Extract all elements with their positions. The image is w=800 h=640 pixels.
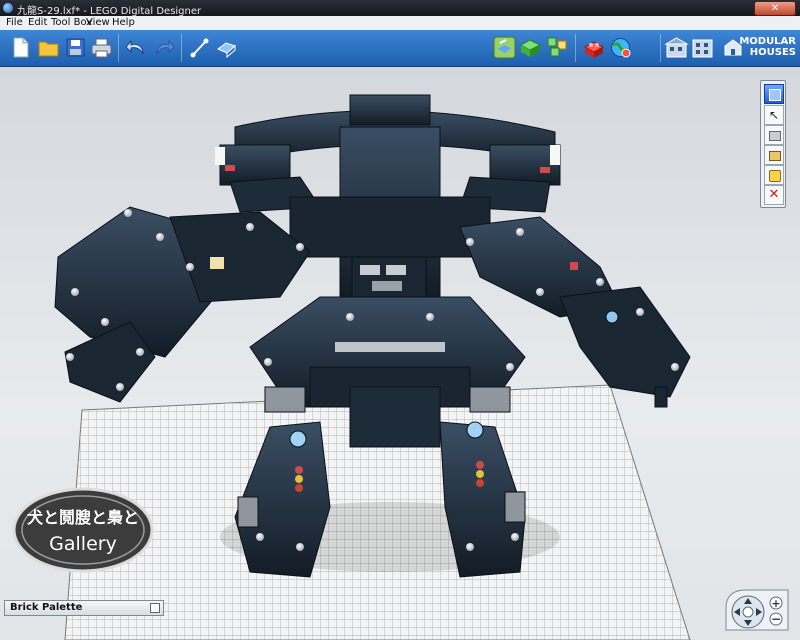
watermark-line-1: 犬と鬩膄と梟と [27,508,139,527]
tool-strip: ↖ ✕ [760,80,786,208]
hinge-side-icon [769,151,781,161]
toolbar-separator [575,34,576,62]
model-canvas[interactable]: 犬と鬩膄と梟と Gallery [0,67,800,640]
theme-button-1[interactable] [664,35,689,60]
theme-button-2[interactable] [690,35,713,60]
printer-icon [91,38,112,58]
zoom-out-icon: − [771,612,781,626]
gallery-watermark: 犬と鬩膄と梟と Gallery [12,487,154,573]
redo-arrow-icon [156,39,175,55]
brand-line-2: HOUSES [749,47,796,58]
delete-tool-button[interactable]: ✕ [764,185,784,205]
flex-tool-button[interactable] [214,35,239,60]
new-file-icon [13,37,29,58]
menu-edit[interactable]: Edit [28,17,47,28]
undo-button[interactable] [124,35,149,60]
flex-icon [217,42,236,59]
hinge-tool-button[interactable] [188,35,213,60]
select-tool-button[interactable]: ↖ [764,105,784,125]
close-icon: ✕ [770,3,780,14]
build-mode-button[interactable] [492,35,517,60]
view-mode-button[interactable] [518,35,543,60]
open-button[interactable] [36,35,61,60]
paint-bucket-icon [769,170,781,182]
delete-x-icon: ✕ [768,187,780,202]
toolbar-separator [181,34,182,62]
cube-icon [769,89,781,101]
hinge-tool-button-side[interactable] [764,145,784,165]
toolbar-separator [118,34,119,62]
build-mode-icon [493,36,516,59]
brick-box-icon [583,41,605,58]
brick-palette-label: Brick Palette [10,602,83,613]
building-icon [692,39,713,58]
main-toolbar: MODULAR HOUSES [0,30,800,67]
undo-arrow-icon [125,39,144,55]
robot-torso [289,126,491,298]
zoom-in-icon: + [771,597,780,610]
title-bar: 九龍S-29.lxf* - LEGO Digital Designer ✕ [0,0,800,17]
lego-app-icon [3,3,13,13]
print-button[interactable] [89,35,114,60]
toolbar-separator [660,34,661,62]
menu-bar: File Edit Tool Box View Help [0,16,800,31]
watermark-line-2: Gallery [49,533,117,555]
guide-mode-button[interactable] [545,35,570,60]
view-mode-icon [519,39,542,57]
folder-icon [38,41,59,57]
window-title: 九龍S-29.lxf* - LEGO Digital Designer [17,6,202,17]
camera-tool-button[interactable] [764,84,784,104]
menu-file[interactable]: File [6,17,23,28]
menu-view[interactable]: View [86,17,110,28]
globe-icon [611,38,631,58]
cursor-icon: ↖ [768,108,780,122]
redo-button[interactable] [151,35,176,60]
hinge-icon [190,38,209,58]
brick-box-button[interactable] [582,35,607,60]
new-file-button[interactable] [8,35,33,60]
modular-houses-logo[interactable]: MODULAR HOUSES [724,33,796,63]
menu-help[interactable]: Help [112,17,135,28]
disk-icon [66,38,85,57]
save-button[interactable] [63,35,88,60]
clone-icon [769,131,781,141]
palette-toggle-icon[interactable] [150,603,160,613]
close-button[interactable]: ✕ [754,1,796,16]
camera-navigation-control[interactable]: + − [724,588,790,632]
brand-line-1: MODULAR [739,36,796,47]
upload-button[interactable] [608,35,633,60]
house-icon [664,37,689,58]
brick-palette-panel[interactable]: Brick Palette [4,600,164,616]
clone-tool-button[interactable] [764,125,784,145]
building-guide-icon [547,37,567,57]
paint-tool-button[interactable] [764,165,784,185]
